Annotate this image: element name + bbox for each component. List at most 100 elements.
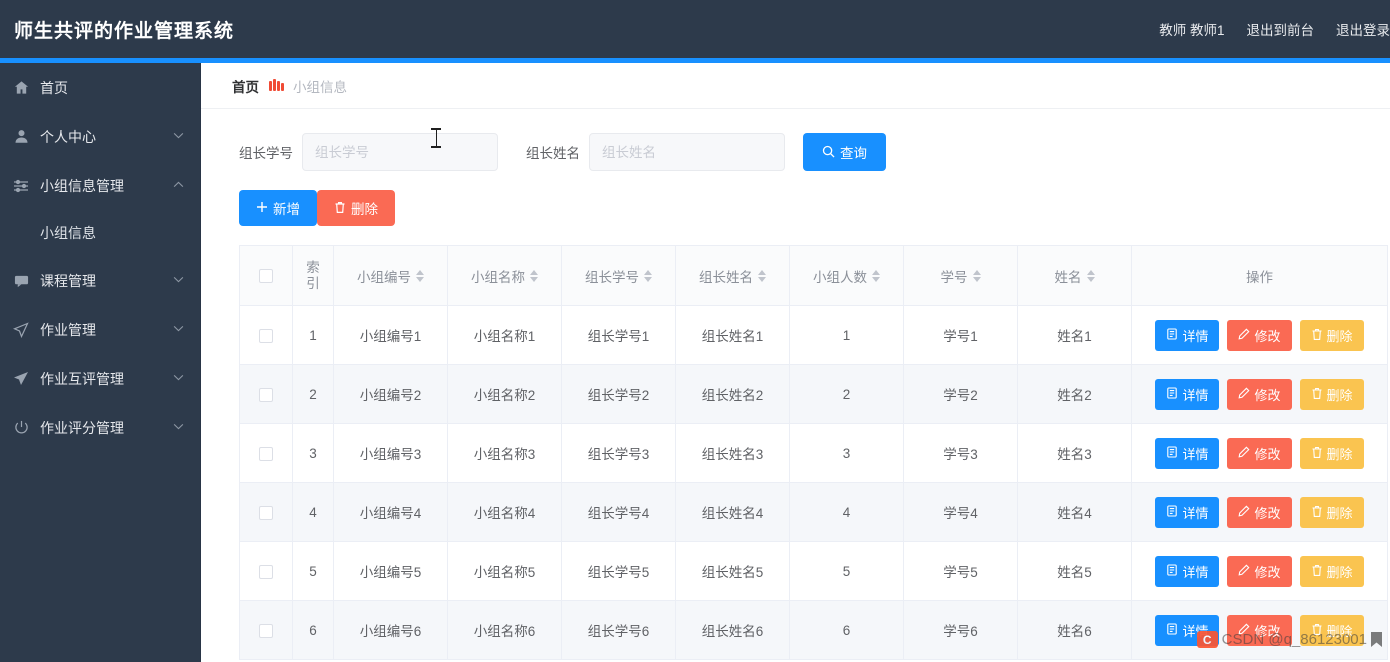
- logout-link[interactable]: 退出登录: [1336, 19, 1390, 39]
- column-header-member-count[interactable]: 小组人数: [789, 245, 904, 306]
- column-header-student-no[interactable]: 学号: [903, 245, 1018, 306]
- edit-button[interactable]: 修改: [1227, 437, 1292, 469]
- leader-name-input[interactable]: [589, 133, 785, 171]
- sliders-icon: [10, 177, 32, 195]
- cell-leader-no: 组长学号2: [561, 364, 676, 424]
- cell-student-no: 学号6: [903, 600, 1018, 660]
- breadcrumb-home[interactable]: 首页: [232, 76, 259, 96]
- header-actions: 教师 教师1 退出到前台 退出登录: [1159, 19, 1390, 39]
- add-button[interactable]: 新增: [239, 190, 317, 226]
- main-content: 首页 小组信息 组长学号 组长姓名 查询 新: [201, 63, 1390, 662]
- delete-button-label: 删除: [1326, 387, 1353, 403]
- sidebar-item-grading-mgmt[interactable]: 作业评分管理: [0, 403, 200, 452]
- delete-button[interactable]: 删除: [1299, 496, 1364, 528]
- select-all-header: [239, 245, 293, 306]
- detail-button-label: 详情: [1182, 505, 1209, 521]
- column-label: 学号: [940, 269, 968, 285]
- sort-icon[interactable]: [972, 269, 981, 282]
- delete-button-label: 删除: [1326, 623, 1353, 639]
- sidebar: 首页 个人中心 小组信息管理 小组信息 课程管理 作业管理 作业互评管理 作业评…: [0, 63, 201, 662]
- send-filled-icon: [10, 370, 32, 388]
- leader-no-label: 组长学号: [239, 146, 293, 161]
- cell-index: 5: [292, 541, 334, 601]
- group-table: 索引 小组编号 小组名称 组长学号 组长姓名 小组人数 学号 姓名 操作 1 小…: [239, 245, 1388, 660]
- sidebar-item-homework-mgmt[interactable]: 作业管理: [0, 305, 200, 354]
- document-icon: [1166, 328, 1178, 342]
- edit-button[interactable]: 修改: [1227, 496, 1292, 528]
- detail-button[interactable]: 详情: [1155, 496, 1220, 528]
- edit-button[interactable]: 修改: [1227, 319, 1292, 351]
- document-icon: [1166, 564, 1178, 578]
- delete-button[interactable]: 删除: [1299, 319, 1364, 351]
- batch-delete-button-label: 删除: [351, 202, 378, 217]
- cell-leader-no: 组长学号5: [561, 541, 676, 601]
- row-checkbox[interactable]: [259, 328, 273, 343]
- cell-student-no: 学号2: [903, 364, 1018, 424]
- detail-button[interactable]: 详情: [1155, 378, 1220, 410]
- cell-member-count: 2: [789, 364, 904, 424]
- column-header-group-no[interactable]: 小组编号: [333, 245, 448, 306]
- cell-operations: 详情 修改 删除: [1131, 600, 1388, 660]
- delete-button[interactable]: 删除: [1299, 614, 1364, 646]
- leader-no-input[interactable]: [302, 133, 498, 171]
- sidebar-item-group-info-mgmt[interactable]: 小组信息管理: [0, 161, 200, 210]
- sidebar-item-peer-review-mgmt[interactable]: 作业互评管理: [0, 354, 200, 403]
- edit-button[interactable]: 修改: [1227, 614, 1292, 646]
- column-header-leader-name[interactable]: 组长姓名: [675, 245, 790, 306]
- edit-button[interactable]: 修改: [1227, 378, 1292, 410]
- cell-group-no: 小组编号5: [333, 541, 448, 601]
- cell-student-name: 姓名6: [1017, 600, 1132, 660]
- delete-button[interactable]: 删除: [1299, 378, 1364, 410]
- row-checkbox[interactable]: [259, 505, 273, 520]
- detail-button[interactable]: 详情: [1155, 437, 1220, 469]
- detail-button[interactable]: 详情: [1155, 319, 1220, 351]
- sidebar-item-personal-center[interactable]: 个人中心: [0, 112, 200, 161]
- cell-leader-no: 组长学号4: [561, 482, 676, 542]
- detail-button-label: 详情: [1182, 446, 1209, 462]
- sort-icon[interactable]: [758, 269, 766, 282]
- column-header-group-name[interactable]: 小组名称: [447, 245, 562, 306]
- select-all-checkbox[interactable]: [259, 269, 273, 284]
- document-icon: [1166, 387, 1178, 401]
- sidebar-subitem-group-info[interactable]: 小组信息: [0, 210, 200, 256]
- delete-button-label: 删除: [1326, 446, 1353, 462]
- table-row: 1 小组编号1 小组名称1 组长学号1 组长姓名1 1 学号1 姓名1 详情 修改 删除: [239, 305, 1388, 365]
- sidebar-item-label: 首页: [40, 79, 68, 96]
- column-label: 组长姓名: [699, 269, 753, 285]
- column-label: 姓名: [1054, 269, 1082, 285]
- row-checkbox[interactable]: [259, 564, 273, 579]
- cell-leader-name: 组长姓名6: [675, 600, 790, 660]
- cell-operations: 详情 修改 删除: [1131, 364, 1388, 424]
- batch-delete-button[interactable]: 删除: [317, 190, 395, 226]
- sort-icon[interactable]: [416, 269, 424, 282]
- sort-icon[interactable]: [644, 269, 652, 282]
- edit-button[interactable]: 修改: [1227, 555, 1292, 587]
- detail-button-label: 详情: [1182, 623, 1209, 639]
- sidebar-item-home[interactable]: 首页: [0, 63, 200, 112]
- cell-operations: 详情 修改 删除: [1131, 541, 1388, 601]
- cell-group-name: 小组名称5: [447, 541, 562, 601]
- column-header-leader-no[interactable]: 组长学号: [561, 245, 676, 306]
- sort-icon[interactable]: [1086, 269, 1095, 282]
- column-label: 小组编号: [357, 269, 411, 285]
- sort-icon[interactable]: [872, 269, 880, 282]
- row-checkbox[interactable]: [259, 446, 273, 461]
- delete-button[interactable]: 删除: [1299, 555, 1364, 587]
- row-checkbox[interactable]: [259, 387, 273, 402]
- sidebar-item-course-mgmt[interactable]: 课程管理: [0, 256, 200, 305]
- cell-group-no: 小组编号6: [333, 600, 448, 660]
- cell-group-no: 小组编号4: [333, 482, 448, 542]
- app-title: 师生共评的作业管理系统: [14, 20, 235, 42]
- delete-button[interactable]: 删除: [1299, 437, 1364, 469]
- query-button[interactable]: 查询: [803, 133, 886, 171]
- column-header-student-name[interactable]: 姓名: [1017, 245, 1132, 306]
- sort-icon[interactable]: [530, 269, 538, 282]
- detail-button[interactable]: 详情: [1155, 555, 1220, 587]
- detail-button[interactable]: 详情: [1155, 614, 1220, 646]
- trash-icon: [1311, 446, 1323, 461]
- row-checkbox[interactable]: [259, 623, 273, 638]
- sidebar-item-label: 小组信息管理: [40, 177, 124, 194]
- cell-student-name: 姓名1: [1017, 305, 1132, 365]
- exit-to-frontend-link[interactable]: 退出到前台: [1247, 19, 1315, 39]
- cell-student-no: 学号3: [903, 423, 1018, 483]
